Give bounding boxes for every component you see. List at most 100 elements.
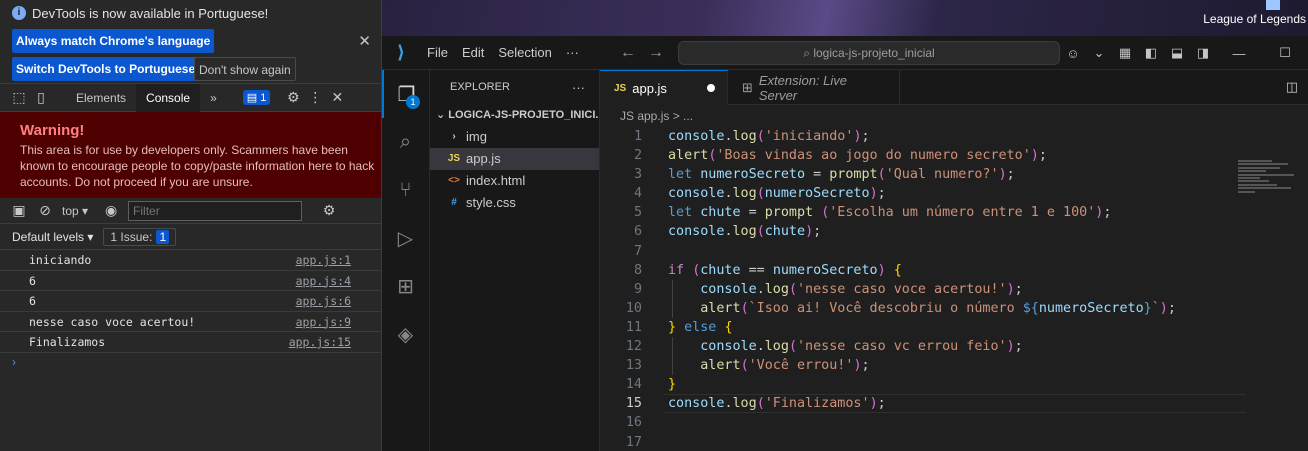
split-editor-icon[interactable]: ◫	[1286, 79, 1298, 95]
explorer-icon[interactable]: ❐ 1	[382, 70, 429, 118]
log-source-link[interactable]: app.js:15	[289, 332, 351, 352]
javascript-file-icon: JS	[614, 82, 627, 94]
code-text: if (chute == numeroSecreto) {	[668, 262, 902, 278]
toggle-sidebar-icon[interactable]: ◧	[1138, 45, 1164, 61]
code-line[interactable]: 9 console.log('nesse caso voce acertou!'…	[600, 279, 1308, 299]
code-text: alert('Boas vindas ao jogo do numero sec…	[668, 148, 1047, 164]
line-number: 10	[625, 300, 642, 316]
command-center-search[interactable]: ⌕ logica-js-projeto_inicial	[678, 41, 1060, 65]
code-line[interactable]: 5 let chute = prompt ('Escolha um número …	[600, 203, 1308, 222]
tab-elements[interactable]: Elements	[66, 84, 136, 112]
devtools-panel: i DevTools is now available in Portugues…	[0, 0, 382, 451]
tree-item-index-html[interactable]: <> index.html	[430, 170, 599, 192]
code-line[interactable]: 4 console.log(numeroSecreto);	[600, 184, 1308, 203]
editor-area: JS app.js ⊞ Extension: Live Server ◫ JS ap…	[600, 70, 1308, 451]
code-line[interactable]: 3 let numeroSecreto = prompt('Qual numero…	[600, 165, 1308, 184]
explorer-title: EXPLORER	[450, 81, 510, 93]
always-match-language-button[interactable]: Always match Chrome's language	[12, 29, 215, 53]
run-debug-icon[interactable]: ▷	[382, 214, 429, 262]
console-toolbar: ▣ ⊘ top ▾ ◉ ⚙	[0, 198, 381, 224]
code-line[interactable]: 16	[600, 413, 1308, 432]
python-icon[interactable]: ◈	[382, 310, 429, 358]
context-selector[interactable]: top ▾	[62, 204, 88, 218]
line-number: 14	[625, 377, 642, 393]
more-tabs-button[interactable]: »	[200, 84, 227, 112]
close-devtools-icon[interactable]: ✕	[326, 87, 348, 109]
back-arrow-icon[interactable]: ←	[620, 44, 636, 62]
explorer-more-icon[interactable]: ···	[572, 80, 585, 95]
source-control-icon[interactable]: ⑂	[382, 166, 429, 214]
breadcrumb[interactable]: JS app.js > ...	[600, 105, 1308, 127]
default-levels-dropdown[interactable]: Default levels ▾	[12, 230, 93, 244]
log-source-link[interactable]: app.js:6	[296, 291, 351, 311]
league-of-legends-icon[interactable]	[1266, 0, 1280, 10]
language-notice: i DevTools is now available in Portugues…	[0, 0, 381, 84]
code-line[interactable]: 2 alert('Boas vindas ao jogo do numero se…	[600, 146, 1308, 165]
code-line[interactable]: 6 console.log(chute);	[600, 222, 1308, 241]
explorer-header: EXPLORER ···	[430, 70, 599, 104]
desktop-shortcut-label[interactable]: League of Legends	[1203, 12, 1306, 26]
minimap[interactable]	[1238, 160, 1294, 204]
issues-badge[interactable]: ▤ 1	[242, 90, 271, 105]
tree-item-style-css[interactable]: # style.css	[430, 192, 599, 214]
code-line[interactable]: 7	[600, 242, 1308, 261]
log-text: 6	[29, 273, 36, 288]
line-number: 3	[633, 167, 642, 183]
menu-more[interactable]: ···	[559, 45, 586, 60]
tree-item-img[interactable]: › img	[430, 126, 599, 148]
code-line[interactable]: 13 alert('Você errou!');	[600, 356, 1308, 376]
log-source-link[interactable]: app.js:4	[296, 271, 351, 291]
maximize-icon[interactable]: ☐	[1262, 45, 1308, 61]
code-line[interactable]: 17	[600, 433, 1308, 451]
chevron-down-icon[interactable]: ⌄	[1086, 45, 1112, 61]
code-view[interactable]: 1 console.log('iniciando'); 2 alert('Boas v…	[600, 127, 1308, 451]
code-line[interactable]: 14}	[600, 375, 1308, 394]
toggle-secondary-sidebar-icon[interactable]: ◨	[1190, 45, 1216, 61]
forward-arrow-icon[interactable]: →	[648, 44, 664, 62]
minimize-icon[interactable]: —	[1216, 46, 1262, 61]
tab-app-js[interactable]: JS app.js	[600, 70, 728, 105]
code-line[interactable]: 10 alert(`Isoo ai! Você descobriu o núme…	[600, 298, 1308, 318]
issues-button[interactable]: 1 Issue: 1	[103, 227, 177, 246]
code-line[interactable]: 15 console.log('Finalizamos');	[600, 394, 1308, 414]
code-line[interactable]: 8 if (chute == numeroSecreto) {	[600, 261, 1308, 280]
explorer-badge: 1	[406, 95, 420, 109]
tab-console[interactable]: Console	[136, 83, 201, 112]
tab-label: Extension: Live Server	[758, 72, 848, 103]
tab-live-server[interactable]: ⊞ Extension: Live Server	[728, 70, 900, 105]
switch-to-portuguese-button[interactable]: Switch DevTools to Portuguese	[12, 57, 200, 81]
log-source-link[interactable]: app.js:9	[296, 312, 351, 332]
sidebar-toggle-icon[interactable]: ▣	[10, 202, 28, 219]
copilot-icon[interactable]: ☺	[1060, 46, 1086, 61]
customize-layout-icon[interactable]: ▦	[1112, 45, 1138, 61]
extensions-icon[interactable]: ⊞	[382, 262, 429, 310]
log-source-link[interactable]: app.js:1	[296, 250, 351, 270]
line-number: 7	[633, 243, 642, 259]
titlebar: ⟩ File Edit Selection ··· ← → ⌕ logica-j…	[382, 36, 1308, 70]
code-line[interactable]: 1 console.log('iniciando');	[600, 127, 1308, 146]
menu-file[interactable]: File	[420, 45, 455, 60]
settings-gear-icon[interactable]: ⚙	[282, 87, 304, 109]
close-icon[interactable]: ✕	[358, 32, 371, 50]
code-line[interactable]: 12 console.log('nesse caso vc errou feio…	[600, 337, 1308, 357]
dont-show-again-button[interactable]: Don't show again	[194, 57, 296, 81]
inspect-element-icon[interactable]: ⬚	[8, 87, 30, 109]
live-expression-eye-icon[interactable]: ◉	[102, 202, 120, 219]
tree-item-app-js[interactable]: JS app.js	[430, 148, 599, 170]
menu-selection[interactable]: Selection	[491, 45, 558, 60]
unsaved-dot-icon[interactable]	[706, 84, 715, 92]
tree-item-label: img	[466, 129, 487, 144]
kebab-menu-icon[interactable]: ⋮	[304, 87, 326, 109]
filter-input[interactable]	[128, 200, 303, 221]
indent-guide	[672, 356, 673, 376]
code-text: }	[668, 377, 677, 393]
clear-console-icon[interactable]: ⊘	[36, 202, 54, 219]
console-prompt[interactable]: ›	[0, 353, 381, 371]
code-line[interactable]: 11} else {	[600, 318, 1308, 337]
search-icon[interactable]: ⌕	[382, 118, 429, 166]
workspace-folder[interactable]: ⌄ LOGICA-JS-PROJETO_INICI...	[430, 104, 599, 126]
toggle-panel-icon[interactable]: ⬓	[1164, 45, 1190, 61]
device-toolbar-icon[interactable]: ▯	[30, 87, 52, 109]
menu-edit[interactable]: Edit	[455, 45, 491, 60]
console-settings-gear-icon[interactable]: ⚙	[320, 202, 338, 219]
